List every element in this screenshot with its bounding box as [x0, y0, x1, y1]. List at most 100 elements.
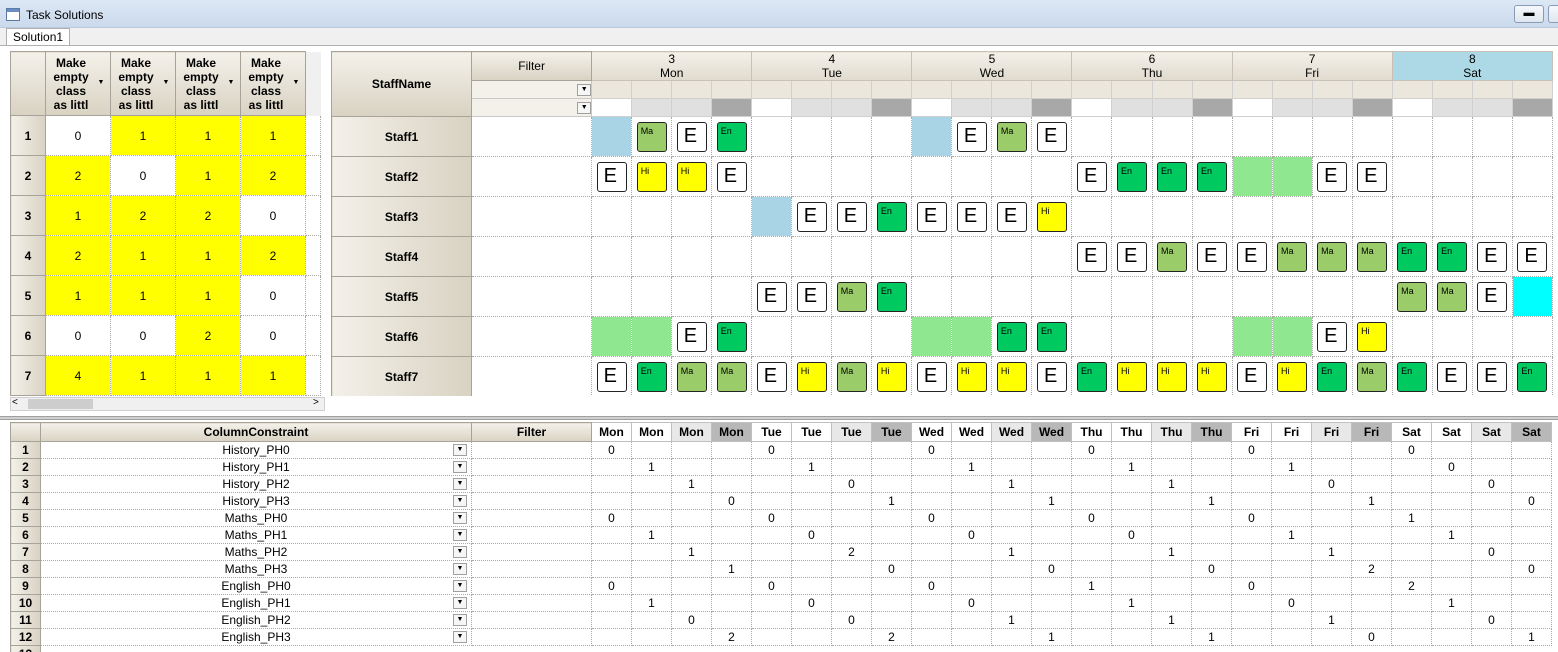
task-tile[interactable]: Hi [996, 361, 1027, 392]
task-tile[interactable]: Hi [1036, 201, 1067, 232]
schedule-cell[interactable]: En [1432, 236, 1473, 277]
constraint-value[interactable] [1391, 526, 1432, 544]
constraint-value[interactable] [631, 560, 672, 578]
dropdown-arrow-icon[interactable]: ▼ [94, 78, 108, 90]
schedule-cell[interactable] [1432, 316, 1473, 357]
staff-name[interactable]: Staff1 [331, 116, 473, 157]
constraint-value[interactable]: 0 [1191, 560, 1232, 578]
staff-name[interactable]: Staff4 [331, 236, 473, 277]
constraint-value[interactable]: 1 [1391, 509, 1432, 527]
schedule-cell[interactable] [1352, 116, 1393, 157]
constraint-value[interactable]: 0 [1431, 458, 1472, 476]
schedule-cell[interactable]: En [631, 356, 673, 396]
constraint-value[interactable]: 1 [1031, 628, 1072, 646]
schedule-cell[interactable] [791, 116, 833, 157]
constraint-value[interactable] [1471, 492, 1512, 510]
columnconstraint-header[interactable]: ColumnConstraint [40, 422, 472, 442]
constraint-value[interactable] [1071, 526, 1112, 544]
schedule-cell[interactable]: E [1192, 236, 1233, 277]
constraint-value[interactable]: 0 [871, 560, 912, 578]
constraint-value[interactable] [791, 475, 832, 493]
value-cell[interactable]: 0 [45, 115, 111, 156]
schedule-cell[interactable] [831, 316, 873, 357]
value-cell[interactable]: 0 [240, 195, 306, 236]
constraint-value[interactable]: 2 [711, 628, 752, 646]
constraint-value[interactable] [831, 526, 872, 544]
schedule-cell[interactable] [591, 116, 633, 157]
constraint-value[interactable]: 0 [1231, 441, 1272, 459]
task-tile[interactable]: E [1517, 241, 1548, 272]
constraint-value[interactable] [1431, 560, 1472, 578]
constraint-value[interactable]: 1 [1111, 458, 1152, 476]
constraint-value[interactable]: 1 [1191, 492, 1232, 510]
constraint-value[interactable] [1151, 441, 1192, 459]
constraint-name-cell[interactable]: Maths_PH0 ▼ [40, 509, 472, 527]
constraint-value[interactable] [751, 526, 792, 544]
schedule-cell[interactable]: En [711, 116, 753, 157]
schedule-cell[interactable]: E [1031, 356, 1073, 396]
day-column-header[interactable]: Thu [1151, 422, 1192, 442]
constraint-value[interactable] [1071, 475, 1112, 493]
task-tile[interactable]: E [1197, 241, 1228, 272]
day-column-header[interactable]: Mon [671, 422, 712, 442]
staff-name[interactable]: Staff2 [331, 156, 473, 197]
constraint-value[interactable] [1231, 594, 1272, 612]
schedule-cell[interactable] [831, 116, 873, 157]
task-tile[interactable]: E [756, 361, 787, 392]
schedule-cell[interactable] [1031, 236, 1073, 277]
constraint-value[interactable] [711, 458, 752, 476]
constraint-value[interactable] [1071, 594, 1112, 612]
constraint-value[interactable] [751, 458, 792, 476]
schedule-cell[interactable]: E [591, 356, 633, 396]
staff-name[interactable]: Staff7 [331, 356, 473, 396]
constraint-value[interactable]: 0 [591, 577, 632, 595]
constraint-value[interactable] [871, 441, 912, 459]
constraint-value[interactable]: 1 [631, 526, 672, 544]
schedule-cell[interactable]: Hi [1192, 356, 1233, 396]
constraint-value[interactable] [1271, 611, 1312, 629]
constraint-value[interactable] [1311, 509, 1352, 527]
schedule-cell[interactable] [1111, 196, 1153, 237]
day-column-header[interactable]: Fri [1311, 422, 1352, 442]
task-tile[interactable]: En [1116, 161, 1147, 192]
schedule-cell[interactable]: E [711, 156, 753, 197]
schedule-cell[interactable] [1472, 116, 1513, 157]
constraint-value[interactable] [791, 628, 832, 646]
constraint-value[interactable]: 1 [1191, 628, 1232, 646]
constraint-value[interactable] [631, 492, 672, 510]
schedule-cell[interactable] [1352, 276, 1393, 317]
task-tile[interactable]: E [836, 201, 867, 232]
constraint-value[interactable] [671, 458, 712, 476]
constraint-value[interactable] [1431, 492, 1472, 510]
schedule-cell[interactable] [711, 196, 753, 237]
constraint-name-cell[interactable]: English_PH0 ▼ [40, 577, 472, 595]
scrollbar-thumb[interactable] [28, 399, 93, 409]
task-tile[interactable]: E [1036, 361, 1067, 392]
day-column-header[interactable]: Wed [991, 422, 1032, 442]
constraint-value[interactable]: 1 [1151, 543, 1192, 561]
task-tile[interactable]: Ma [1437, 281, 1468, 312]
constraint-value[interactable] [1151, 560, 1192, 578]
schedule-cell[interactable]: Ma [1392, 276, 1433, 317]
constraint-value[interactable]: 1 [631, 594, 672, 612]
constraint-value[interactable] [951, 577, 992, 595]
value-cell[interactable]: 2 [175, 315, 241, 356]
staffname-header[interactable]: StaffName [331, 51, 473, 117]
constraint-value[interactable] [631, 441, 672, 459]
constraint-name-cell[interactable]: English_PH3 ▼ [40, 628, 472, 646]
constraint-value[interactable]: 1 [1151, 611, 1192, 629]
schedule-cell[interactable]: E [1232, 236, 1273, 277]
constraint-value[interactable]: 1 [1031, 492, 1072, 510]
schedule-cell[interactable]: E [1472, 276, 1513, 317]
schedule-cell[interactable] [631, 276, 673, 317]
constraint-value[interactable] [1271, 560, 1312, 578]
constraint-value[interactable]: 1 [1271, 526, 1312, 544]
day-header[interactable]: 8 Sat [1391, 51, 1554, 81]
constraint-value[interactable] [791, 492, 832, 510]
constraint-value[interactable] [1271, 543, 1312, 561]
constraint-value[interactable] [591, 611, 632, 629]
constraint-value[interactable]: 2 [871, 628, 912, 646]
constraint-value[interactable] [711, 475, 752, 493]
constraint-value[interactable]: 0 [1111, 526, 1152, 544]
task-tile[interactable]: E [956, 121, 987, 152]
